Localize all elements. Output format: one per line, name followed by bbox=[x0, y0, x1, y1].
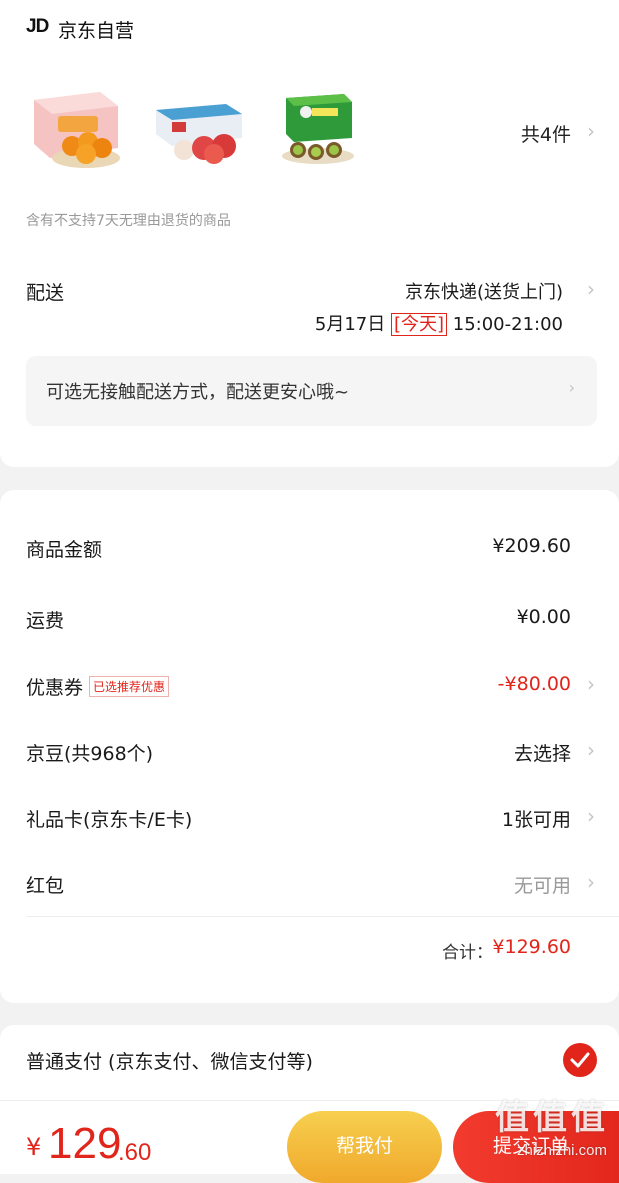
orange-gift-box-icon bbox=[34, 92, 120, 168]
giftcard-value[interactable]: 1张可用 bbox=[502, 805, 571, 832]
delivery-date: 5月17日 bbox=[314, 314, 386, 335]
redpacket-label[interactable]: 红包 bbox=[26, 871, 64, 898]
delivery-time-range: 15:00-21:00 bbox=[452, 314, 563, 335]
delivery-time[interactable]: 5月17日 [今天] 15:00-21:00 bbox=[315, 310, 563, 336]
payment-method-label[interactable]: 普通支付 (京东支付、微信支付等) bbox=[26, 1047, 313, 1074]
product-thumb-apple[interactable] bbox=[152, 86, 248, 172]
chevron-right-icon: › bbox=[587, 277, 595, 301]
jingdou-value[interactable]: 去选择 bbox=[514, 739, 571, 766]
contactless-delivery-option[interactable]: 可选无接触配送方式，配送更安心哦~ › bbox=[26, 356, 597, 426]
chevron-right-icon: › bbox=[587, 870, 595, 894]
contactless-text: 可选无接触配送方式，配送更安心哦~ bbox=[46, 382, 350, 403]
coupon-value[interactable]: -¥80.00 bbox=[498, 673, 571, 695]
price-summary-card: 商品金额 ¥209.60 运费 ¥0.00 优惠券 已选推荐优惠 -¥80.00 … bbox=[0, 490, 619, 1003]
return-policy-notice: 含有不支持7天无理由退货的商品 bbox=[26, 213, 231, 229]
divider bbox=[26, 916, 619, 917]
product-thumb-orange[interactable] bbox=[28, 86, 124, 172]
site-watermark-url: zhizhizhi.com bbox=[516, 1142, 607, 1159]
apple-gift-box-icon bbox=[156, 104, 242, 164]
pay-amount-decimal: .60 bbox=[118, 1139, 152, 1166]
coupon-label: 优惠券 bbox=[26, 677, 84, 699]
redpacket-value[interactable]: 无可用 bbox=[514, 871, 571, 898]
total-value: ¥129.60 bbox=[492, 936, 571, 958]
coupon-row[interactable]: 优惠券 已选推荐优惠 bbox=[26, 673, 170, 700]
chevron-right-icon: › bbox=[568, 378, 575, 397]
total-label: 合计： bbox=[442, 943, 493, 963]
order-items-card: JD 京东自营 共4件 › 含有不支持7天无理由退货的商品 配送 京东快递(送货… bbox=[0, 0, 619, 467]
chevron-right-icon: › bbox=[587, 738, 595, 762]
today-badge: [今天] bbox=[390, 313, 448, 336]
product-thumb-kiwi[interactable] bbox=[272, 86, 368, 172]
shipping-fee-label: 运费 bbox=[26, 610, 65, 632]
item-count[interactable]: 共4件 bbox=[521, 120, 571, 147]
goods-amount-value: ¥209.60 bbox=[492, 535, 571, 557]
coupon-recommended-tag: 已选推荐优惠 bbox=[89, 676, 170, 697]
shop-name: 京东自营 bbox=[58, 20, 135, 42]
shipping-fee-value: ¥0.00 bbox=[516, 606, 571, 628]
delivery-label: 配送 bbox=[26, 282, 65, 304]
chevron-right-icon: › bbox=[587, 672, 595, 696]
jingdou-label[interactable]: 京豆(共968个) bbox=[26, 739, 153, 766]
jd-logo: JD bbox=[26, 16, 49, 37]
chevron-right-icon: › bbox=[587, 119, 595, 143]
currency-symbol: ¥ bbox=[26, 1133, 42, 1161]
checkmark-icon[interactable] bbox=[563, 1043, 597, 1077]
kiwi-gift-box-icon bbox=[282, 94, 354, 164]
help-me-pay-button[interactable]: 帮我付 bbox=[287, 1111, 442, 1183]
site-watermark: 值值值 bbox=[495, 1098, 609, 1138]
chevron-right-icon: › bbox=[587, 804, 595, 828]
pay-amount-integer: 129 bbox=[48, 1119, 122, 1168]
delivery-method[interactable]: 京东快递(送货上门) bbox=[405, 278, 563, 304]
goods-amount-label: 商品金额 bbox=[26, 539, 103, 561]
giftcard-label[interactable]: 礼品卡(京东卡/E卡) bbox=[26, 805, 192, 832]
